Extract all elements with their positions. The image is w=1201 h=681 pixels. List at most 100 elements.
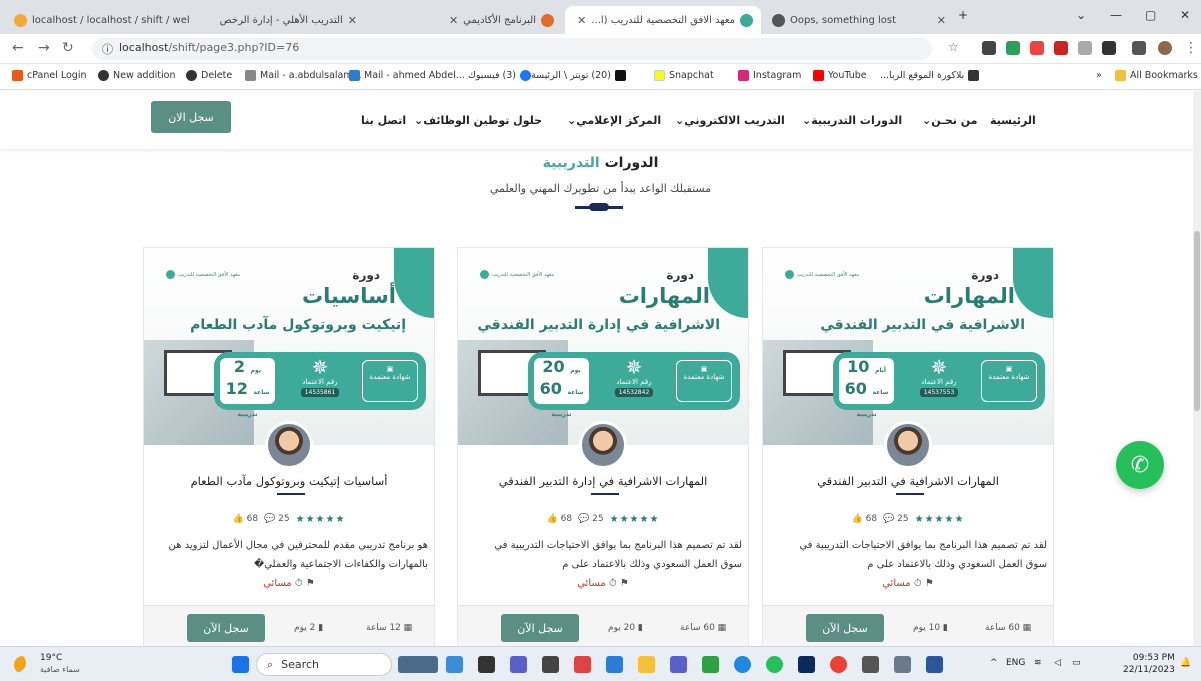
whatsapp-icon[interactable] <box>766 656 783 673</box>
minimize-icon[interactable]: — <box>1110 8 1122 22</box>
enroll-button[interactable]: سجل الآن <box>806 614 884 642</box>
tab-institute-active[interactable]: معهد الافق التخصصية للتدريب (ا... ✕ <box>565 6 761 34</box>
chrome-icon[interactable] <box>830 656 847 673</box>
bookmark-facebook[interactable]: (3) فيسبوك <box>468 70 531 81</box>
weather-widget[interactable]: 19°C سماء صافية <box>14 653 80 676</box>
course-title[interactable]: أساسيات إتيكيت وبروتوكول مآدب الطعام <box>152 474 426 488</box>
app-icon[interactable] <box>574 656 591 673</box>
whatsapp-button[interactable]: ✆ <box>1116 441 1164 489</box>
bookmark-snapchat[interactable]: Snapchat <box>654 70 714 81</box>
file-explorer-icon[interactable] <box>638 656 655 673</box>
forward-icon[interactable]: → <box>38 40 50 56</box>
tab-phpmyadmin[interactable]: localhost / localhost / shift / wel ✕ <box>6 6 192 34</box>
nav-media-center[interactable]: المركز الإعلامي⌄ <box>567 114 661 127</box>
app-icon[interactable] <box>542 656 559 673</box>
notification-bell-icon[interactable]: 🔔 <box>1180 658 1191 668</box>
section-divider <box>575 203 623 211</box>
edge-icon[interactable] <box>734 656 751 673</box>
back-icon[interactable]: ← <box>12 40 24 56</box>
wifi-icon[interactable]: ≋ <box>1034 658 1042 668</box>
url-field[interactable]: ⓘ localhost/shift/page3.php?ID=76 <box>92 38 932 60</box>
nav-elearning[interactable]: التدريب الالكتروني⌄ <box>675 114 785 127</box>
battery-icon[interactable]: ▭ <box>1072 658 1081 668</box>
bookmark-twitter[interactable]: (20) تويتر \ الرئيسة <box>531 70 626 81</box>
institute-logo: معهد الأفق التخصصية للتدريب <box>480 270 554 279</box>
taskbar-search[interactable]: ⌕ Search <box>256 653 392 676</box>
extensions-puzzle-icon[interactable] <box>1102 41 1116 55</box>
taskview-icon[interactable] <box>478 656 495 673</box>
teams-icon[interactable] <box>510 656 527 673</box>
bookmarks-overflow-icon[interactable]: » <box>1096 70 1102 81</box>
course-card[interactable]: معهد الأفق التخصصية للتدريب دورة أساسيات… <box>143 247 435 647</box>
windows-start-icon[interactable] <box>232 656 249 673</box>
register-now-button[interactable]: سجل الان <box>151 101 231 133</box>
nav-home[interactable]: الرئيسية <box>990 114 1036 127</box>
extension-icon[interactable] <box>1054 41 1068 55</box>
rating-stars: ★★★★★ <box>914 514 965 525</box>
bookmark-delete[interactable]: Delete <box>186 70 232 81</box>
extension-icon[interactable] <box>1030 41 1044 55</box>
profile-avatar[interactable] <box>1158 41 1172 55</box>
extension-icon[interactable] <box>1006 41 1020 55</box>
app-icon[interactable] <box>894 656 911 673</box>
sidepanel-icon[interactable] <box>1132 41 1146 55</box>
bookmark-cpanel[interactable]: cPanel Login <box>12 70 87 81</box>
app-icon[interactable] <box>702 656 719 673</box>
reload-icon[interactable]: ↻ <box>62 40 74 56</box>
close-icon[interactable]: ✕ <box>348 14 357 27</box>
extension-icon[interactable] <box>982 41 996 55</box>
nav-job-localization[interactable]: حلول توطين الوظائف⌄ <box>414 114 542 127</box>
photoshop-icon[interactable] <box>798 656 815 673</box>
extension-icon[interactable] <box>1078 41 1092 55</box>
window-close-icon[interactable]: ✕ <box>1180 8 1190 22</box>
maximize-icon[interactable]: ▢ <box>1145 8 1156 22</box>
tray-overflow-icon[interactable]: ^ <box>990 658 998 668</box>
taskbar-clock[interactable]: 09:53 PM 22/11/2023 <box>1123 652 1175 676</box>
certificate-icon: ▣ <box>700 365 708 373</box>
hours-meta: ▦ 12 ساعة <box>366 623 413 633</box>
card-footer: سجل الآن ▮ 20 يوم ▦ 60 ساعة <box>458 605 748 646</box>
enroll-button[interactable]: سجل الآن <box>187 614 265 642</box>
menu-kebab-icon[interactable]: ⋮ <box>1184 40 1198 56</box>
calculator-icon[interactable] <box>862 656 879 673</box>
bookmark-site[interactable]: بلاكورة الموقع الربا... <box>880 70 980 81</box>
close-icon[interactable]: ✕ <box>449 14 458 27</box>
course-title[interactable]: المهارات الاشرافية في إدارة التدبير الفن… <box>466 474 740 488</box>
bookmark-mail-1[interactable]: Mail - a.abdulsalam... <box>245 70 362 81</box>
volume-icon[interactable]: ◁ <box>1054 658 1061 668</box>
enroll-button[interactable]: سجل الآن <box>501 614 579 642</box>
tab-academic-program[interactable]: البرنامج الأكاديمي ✕ <box>372 6 562 34</box>
nav-contact[interactable]: اتصل بنا <box>361 114 406 127</box>
bookmark-youtube[interactable]: YouTube <box>813 70 867 81</box>
bookmark-instagram[interactable]: Instagram <box>738 70 801 81</box>
nav-courses[interactable]: الدورات التدريبية⌄ <box>802 114 902 127</box>
scrollbar[interactable] <box>1193 91 1201 646</box>
course-banner: معهد الأفق التخصصية للتدريب دورة المهارا… <box>763 248 1053 445</box>
comment-icon: 💬 25 <box>264 514 290 524</box>
bookmark-mail-2[interactable]: Mail - ahmed Abdel... <box>349 70 465 81</box>
course-card[interactable]: معهد الأفق التخصصية للتدريب دورة المهارا… <box>457 247 749 647</box>
nav-about[interactable]: من نحـن⌄ <box>922 114 977 127</box>
course-title[interactable]: المهارات الاشرافية في التدبير الفندقي <box>771 474 1045 488</box>
calendar-icon: ▦ <box>403 623 413 633</box>
tab-training-license[interactable]: ✕ التدريب الأهلي - إدارة الرخص <box>195 6 365 34</box>
bookmark-star-icon[interactable]: ☆ <box>948 40 959 54</box>
all-bookmarks[interactable]: All Bookmarks <box>1115 70 1198 81</box>
close-icon[interactable]: ✕ <box>577 14 586 27</box>
language-indicator[interactable]: ENG <box>1006 658 1025 668</box>
new-tab-icon[interactable]: + <box>958 8 968 22</box>
outlook-icon[interactable] <box>606 656 623 673</box>
bookmark-new-addition[interactable]: New addition <box>98 70 175 81</box>
scrollbar-thumb[interactable] <box>1194 231 1200 411</box>
close-icon[interactable]: ✕ <box>937 14 946 27</box>
course-card[interactable]: معهد الأفق التخصصية للتدريب دورة المهارا… <box>762 247 1054 647</box>
app-icon[interactable] <box>446 656 463 673</box>
tab-search-icon[interactable]: ⌄ <box>1076 8 1086 22</box>
institute-favicon-icon <box>740 13 753 27</box>
avatar <box>579 421 627 469</box>
app-icon[interactable] <box>670 656 687 673</box>
widgets-icon[interactable] <box>398 656 438 673</box>
tab-oops[interactable]: Oops, something lost ✕ <box>764 6 954 34</box>
word-icon[interactable] <box>926 656 943 673</box>
course-stats: 👍 68 💬 25 ★★★★★ <box>763 514 1053 525</box>
